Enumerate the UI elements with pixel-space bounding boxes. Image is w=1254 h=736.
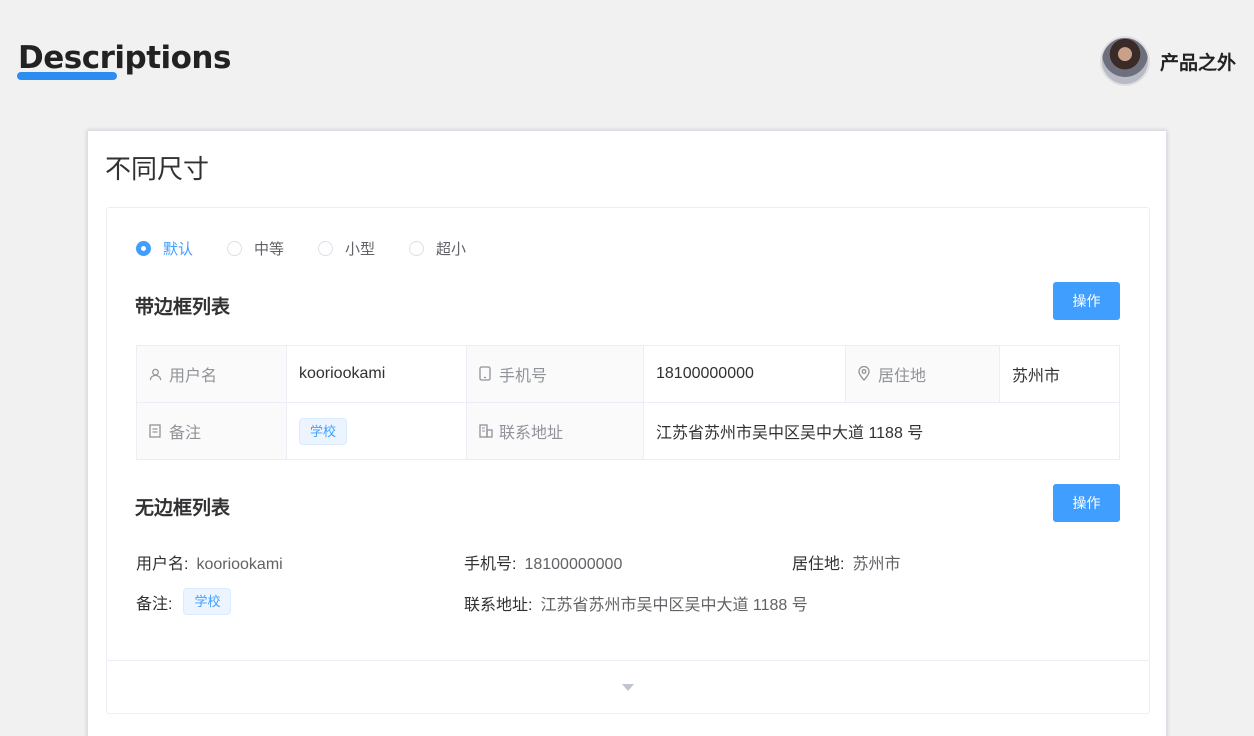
plain-city-label: 居住地: bbox=[792, 556, 845, 573]
phone-label-cell: 手机号 bbox=[466, 345, 644, 403]
note-icon bbox=[149, 424, 163, 441]
radio-small[interactable]: 小型 bbox=[318, 238, 375, 259]
radio-dot[interactable] bbox=[409, 241, 425, 256]
plain-remark-label: 备注: bbox=[136, 595, 173, 613]
plain-username-label: 用户名: bbox=[136, 556, 189, 573]
demo-card: 不同尺寸 默认 中等 小型 超小 带边框列表 操作 用户名 kooriookam… bbox=[87, 130, 1167, 736]
title-underline bbox=[17, 72, 117, 80]
plain-city-item: 居住地: 苏州市 bbox=[792, 550, 900, 574]
address-label-cell: 联系地址 bbox=[466, 402, 644, 460]
address-label: 联系地址 bbox=[499, 425, 564, 442]
plain-address-label: 联系地址: bbox=[464, 597, 533, 614]
bordered-section-title: 带边框列表 bbox=[135, 296, 231, 318]
remark-label-cell: 备注 bbox=[136, 402, 287, 460]
plain-city-value: 苏州市 bbox=[852, 556, 901, 573]
username-value: kooriookami bbox=[286, 345, 467, 403]
size-radio-group: 默认 中等 小型 超小 bbox=[136, 238, 500, 259]
phone-label: 手机号 bbox=[499, 368, 548, 385]
phone-value: 18100000000 bbox=[643, 345, 846, 403]
remark-value-cell: 学校 bbox=[286, 402, 467, 460]
city-label-cell: 居住地 bbox=[845, 345, 1000, 403]
plain-address-item: 联系地址: 江苏省苏州市吴中区吴中大道 1188 号 bbox=[464, 591, 808, 615]
page-title: Descriptions bbox=[18, 40, 231, 76]
table-row: 备注 学校 联系地址 江苏省苏州市吴中区吴中大道 1188 号 bbox=[136, 402, 1120, 460]
radio-label: 默认 bbox=[163, 241, 194, 258]
radio-label: 小型 bbox=[345, 241, 376, 258]
bordered-action-button[interactable]: 操作 bbox=[1053, 282, 1120, 320]
plain-username-value: kooriookami bbox=[196, 556, 283, 573]
avatar bbox=[1099, 36, 1150, 86]
radio-default[interactable]: 默认 bbox=[136, 238, 193, 259]
username-label-cell: 用户名 bbox=[136, 345, 287, 403]
expand-code-bar[interactable] bbox=[107, 660, 1149, 713]
plain-section-title: 无边框列表 bbox=[135, 497, 231, 519]
plain-phone-value: 18100000000 bbox=[524, 556, 623, 573]
plain-phone-label: 手机号: bbox=[464, 556, 517, 573]
school-tag: 学校 bbox=[299, 417, 348, 445]
radio-label: 中等 bbox=[254, 241, 285, 258]
radio-dot[interactable] bbox=[136, 241, 151, 256]
phone-icon bbox=[479, 366, 493, 384]
brand: 产品之外 bbox=[1099, 36, 1236, 86]
user-icon bbox=[149, 368, 163, 384]
radio-dot[interactable] bbox=[318, 241, 334, 256]
plain-phone-item: 手机号: 18100000000 bbox=[464, 550, 622, 574]
office-icon bbox=[479, 424, 493, 441]
radio-label: 超小 bbox=[436, 241, 467, 258]
city-value: 苏州市 bbox=[999, 345, 1120, 403]
location-icon bbox=[858, 365, 872, 384]
radio-medium[interactable]: 中等 bbox=[227, 238, 284, 259]
plain-address-value: 江苏省苏州市吴中区吴中大道 1188 号 bbox=[540, 597, 808, 614]
plain-username-item: 用户名: kooriookami bbox=[136, 550, 283, 574]
brand-name: 产品之外 bbox=[1159, 51, 1236, 74]
card-title: 不同尺寸 bbox=[105, 155, 210, 185]
plain-remark-item: 备注: 学校 bbox=[136, 588, 232, 615]
table-row: 用户名 kooriookami 手机号 18100000000 居住地 苏州市 bbox=[136, 345, 1120, 403]
remark-label: 备注 bbox=[169, 425, 202, 442]
bordered-descriptions-table: 用户名 kooriookami 手机号 18100000000 居住地 苏州市 bbox=[136, 345, 1120, 460]
city-label: 居住地 bbox=[878, 368, 927, 385]
radio-dot[interactable] bbox=[227, 241, 243, 256]
radio-mini[interactable]: 超小 bbox=[409, 238, 466, 259]
caret-down-icon[interactable] bbox=[622, 683, 634, 691]
school-tag: 学校 bbox=[183, 588, 232, 615]
demo-block: 默认 中等 小型 超小 带边框列表 操作 用户名 kooriookami 手机号… bbox=[106, 207, 1150, 714]
address-value: 江苏省苏州市吴中区吴中大道 1188 号 bbox=[643, 402, 1120, 460]
username-label: 用户名 bbox=[169, 368, 218, 385]
plain-action-button[interactable]: 操作 bbox=[1053, 484, 1120, 522]
